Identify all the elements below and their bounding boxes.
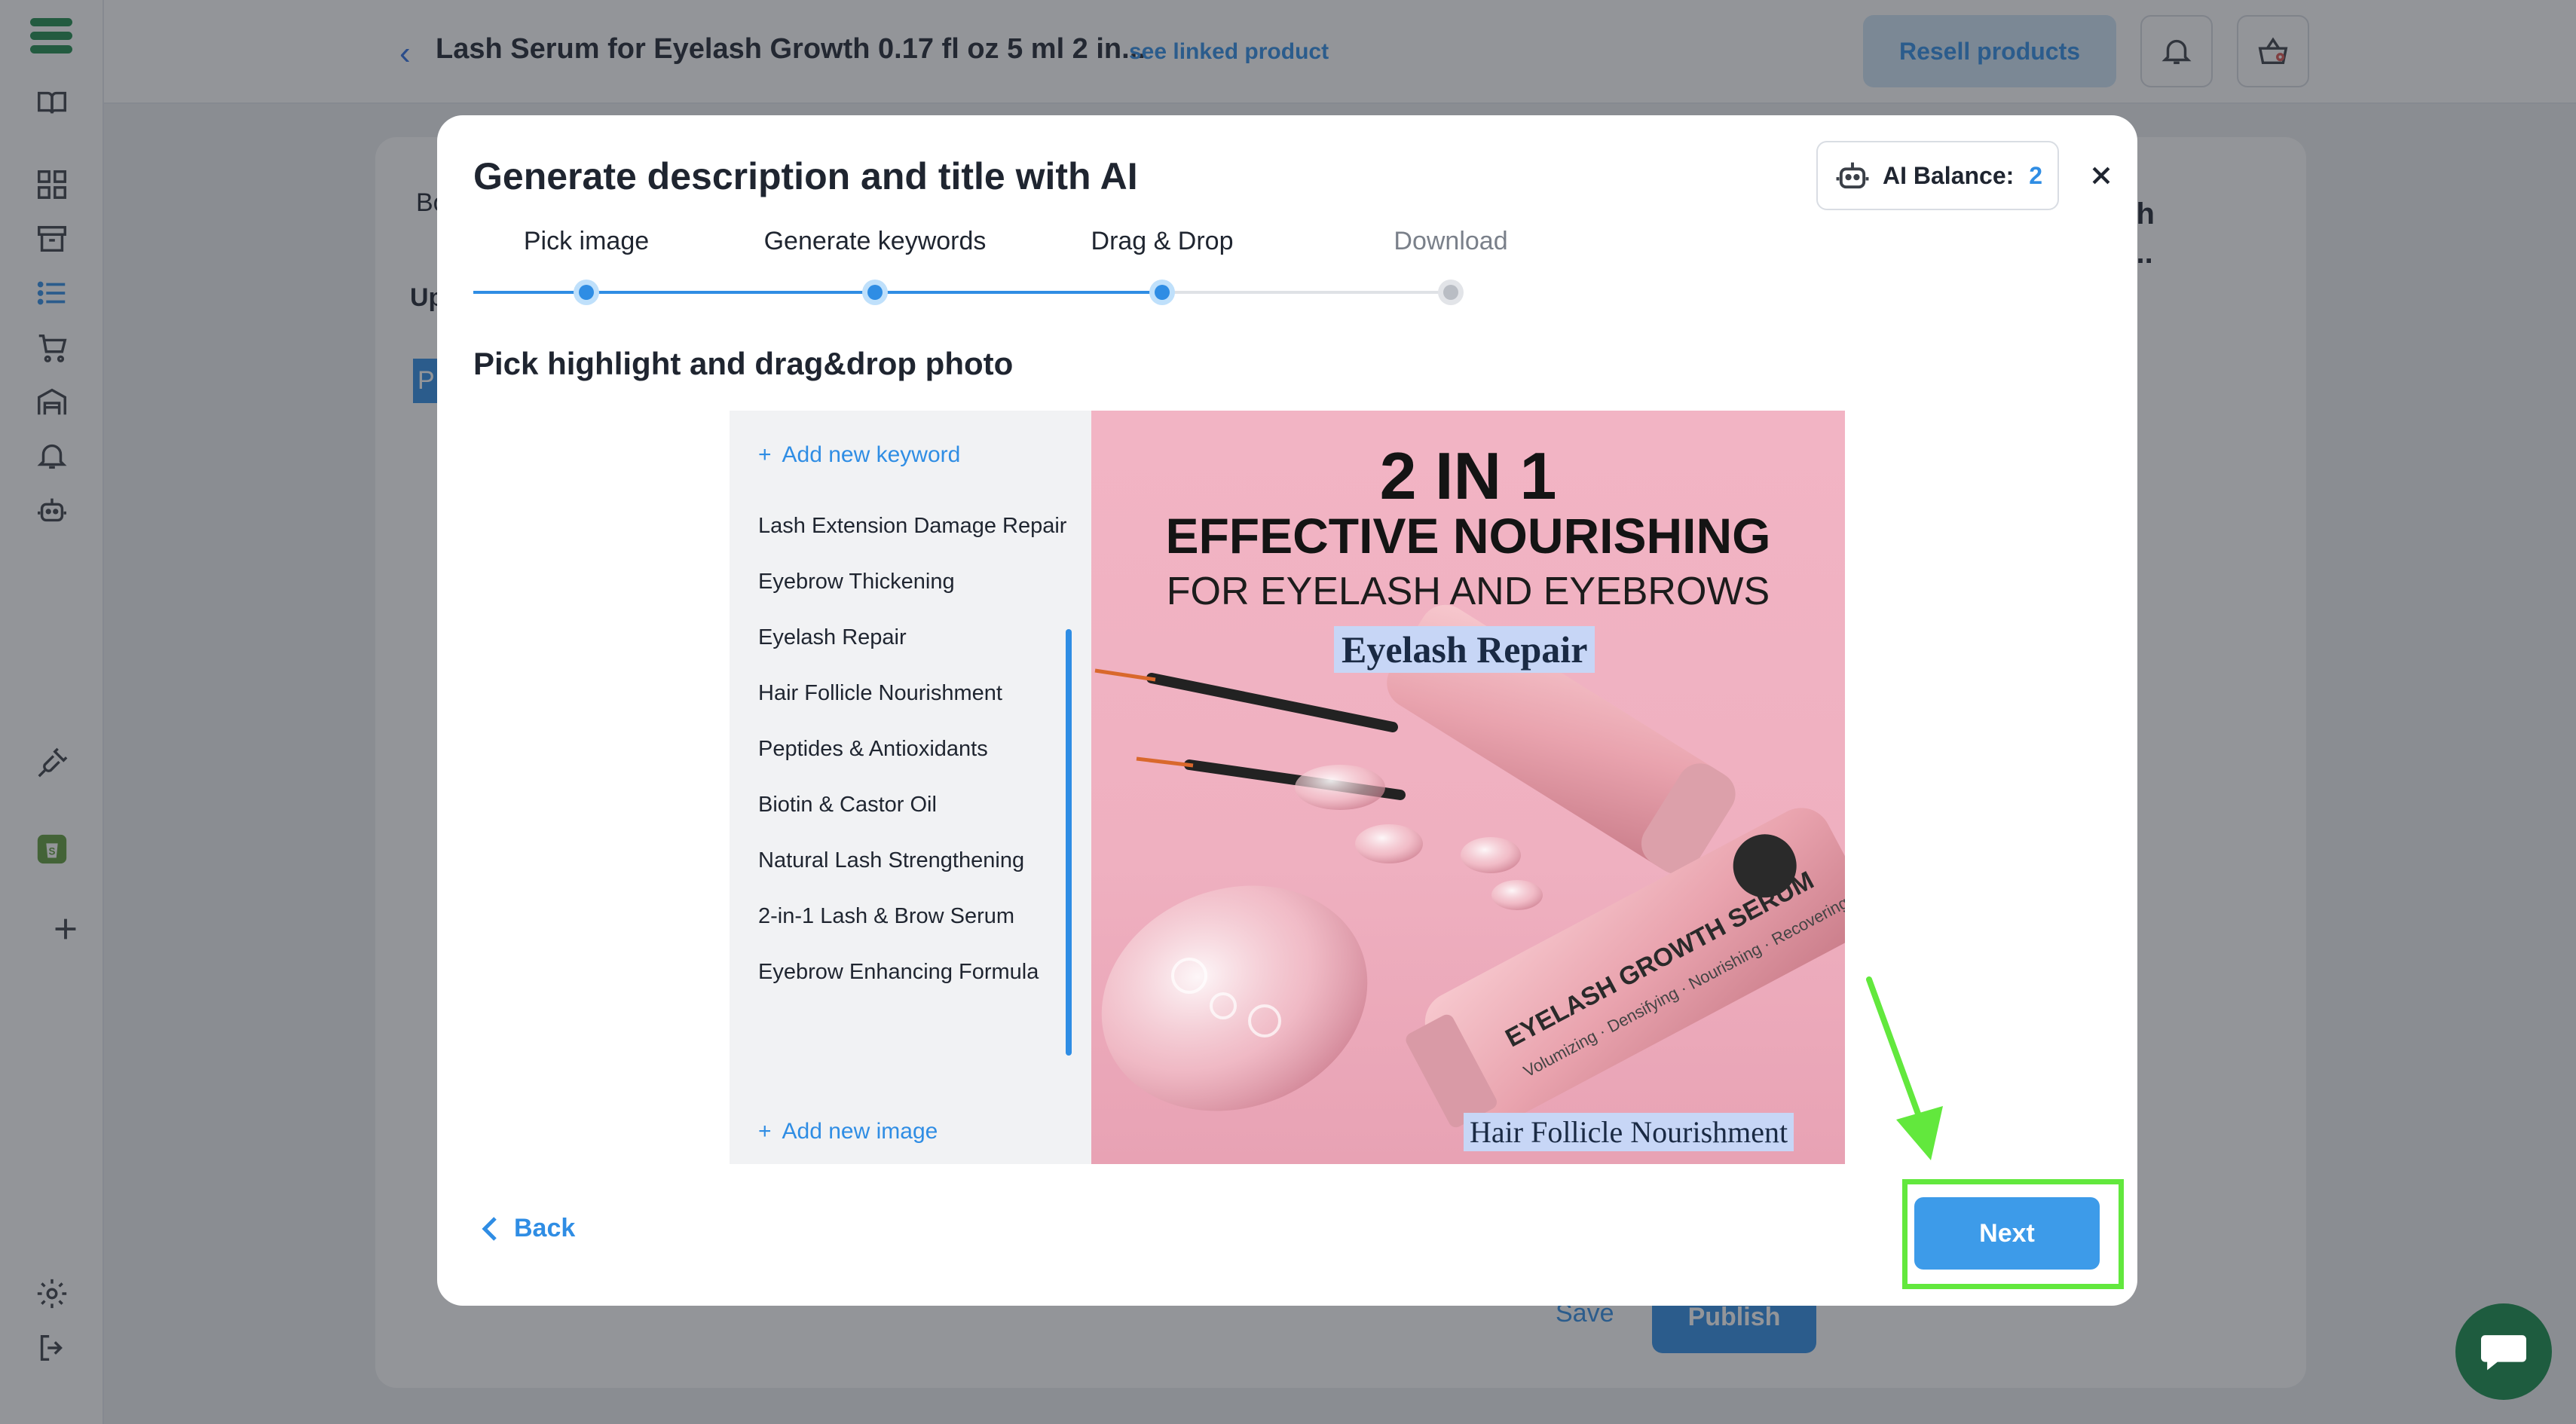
keyword-item[interactable]: Natural Lash Strengthening bbox=[758, 845, 1067, 876]
chat-bubble-icon bbox=[2481, 1335, 2526, 1371]
keyword-item[interactable]: Peptides & Antioxidants bbox=[758, 733, 1067, 765]
add-keyword-label: Add new keyword bbox=[782, 442, 961, 467]
ai-balance-value: 2 bbox=[2029, 161, 2043, 189]
step-dot-pick-image bbox=[574, 280, 599, 305]
ai-balance-badge: AI Balance: 2 bbox=[1816, 141, 2059, 210]
ai-balance-label: AI Balance: bbox=[1883, 161, 2015, 189]
plus-icon: + bbox=[758, 442, 772, 467]
keyword-item[interactable]: Eyebrow Enhancing Formula bbox=[758, 956, 1067, 988]
annotation-arrow-icon bbox=[1866, 976, 1943, 1160]
close-button[interactable] bbox=[2080, 154, 2122, 197]
keyword-scrollbar[interactable] bbox=[1066, 629, 1072, 1056]
step-dot-generate-keywords bbox=[862, 280, 888, 305]
stepper-remaining-line bbox=[1162, 291, 1451, 294]
chat-button[interactable] bbox=[2455, 1303, 2552, 1400]
step-label-download: Download bbox=[1394, 227, 1508, 255]
step-label-drag-drop: Drag & Drop bbox=[1091, 227, 1234, 255]
keyword-item[interactable]: Eyelash Repair bbox=[758, 622, 1067, 653]
modal-title: Generate description and title with AI bbox=[473, 155, 1138, 197]
add-image-label: Add new image bbox=[782, 1119, 938, 1144]
image-headline-1: 2 IN 1 bbox=[1379, 439, 1557, 513]
dropped-keyword-highlight[interactable]: Eyelash Repair bbox=[1334, 626, 1595, 673]
product-image-canvas[interactable]: EYELASH GROWTH SERUM Volumizing · Densif… bbox=[1091, 411, 1845, 1164]
keyword-item[interactable]: Hair Follicle Nourishment bbox=[758, 677, 1067, 709]
step-label-pick-image: Pick image bbox=[523, 227, 650, 255]
plus-icon: + bbox=[758, 1119, 772, 1144]
image-headline-3: FOR EYELASH AND EYEBROWS bbox=[1166, 570, 1770, 613]
keyword-item[interactable]: 2-in-1 Lash & Brow Serum bbox=[758, 900, 1067, 932]
step-dot-download bbox=[1438, 280, 1464, 305]
step-label-generate-keywords: Generate keywords bbox=[763, 227, 987, 255]
close-icon bbox=[2092, 167, 2110, 185]
add-image-button[interactable]: + Add new image bbox=[758, 1119, 938, 1144]
keyword-item[interactable]: Biotin & Castor Oil bbox=[758, 789, 1067, 820]
keyword-list: Lash Extension Damage Repair Eyebrow Thi… bbox=[758, 510, 1067, 1012]
step-dot-drag-drop bbox=[1149, 280, 1175, 305]
back-button[interactable]: Back bbox=[481, 1214, 575, 1243]
back-label: Back bbox=[514, 1214, 576, 1242]
image-headline-2: EFFECTIVE NOURISHING bbox=[1165, 508, 1771, 564]
chevron-left-icon bbox=[482, 1216, 497, 1241]
keyword-panel: + Add new keyword Lash Extension Damage R… bbox=[730, 411, 1091, 1164]
add-keyword-button[interactable]: + Add new keyword bbox=[758, 442, 960, 468]
dropped-keyword-highlight[interactable]: Hair Follicle Nourishment bbox=[1464, 1113, 1794, 1151]
section-heading: Pick highlight and drag&drop photo bbox=[473, 346, 1014, 381]
highlight-annotation-box bbox=[1902, 1179, 2124, 1289]
keyword-item[interactable]: Eyebrow Thickening bbox=[758, 566, 1067, 597]
robot-icon bbox=[1836, 162, 1869, 189]
keyword-item[interactable]: Lash Extension Damage Repair bbox=[758, 510, 1067, 542]
